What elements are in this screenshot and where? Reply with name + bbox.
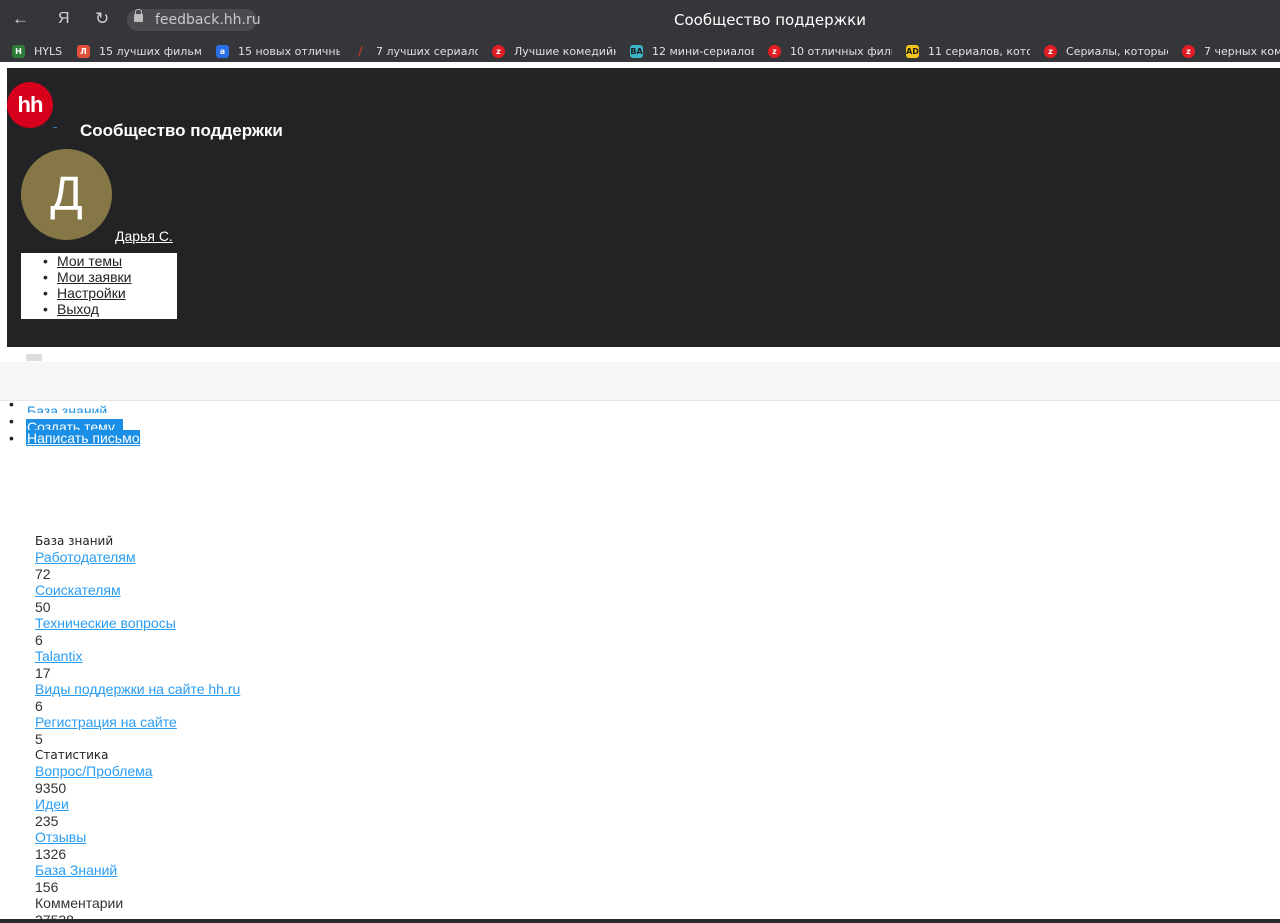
bookmark-label: 12 мини-сериалов [652, 44, 754, 58]
kb-category-link[interactable]: Работодателям [35, 549, 240, 566]
nav-list: База знаний Создать тему Написать письмо [0, 396, 141, 447]
knowledge-base-heading: База знаний [35, 534, 114, 548]
bookmark-item[interactable]: H HYLS [12, 43, 62, 59]
comments-label: Комментарии [35, 895, 124, 911]
kb-category-count: 5 [35, 731, 43, 747]
user-menu-item: Мои темы [21, 253, 177, 269]
nav-create-topic-link[interactable]: Создать тему [26, 419, 123, 430]
my-topics-link[interactable]: Мои темы [57, 253, 122, 269]
bookmark-label: 7 черных ком [1204, 44, 1280, 58]
kb-category-link[interactable]: Регистрация на сайте [35, 714, 240, 731]
stats-count: 235 [35, 813, 59, 829]
bookmark-label: 7 лучших сериало [376, 44, 478, 58]
stats-category-link[interactable]: База Знаний [35, 862, 240, 879]
bookmark-label: HYLS [34, 44, 63, 58]
bookmark-item[interactable]: z 10 отличных филь [768, 43, 892, 59]
user-menu-item: Настройки [21, 285, 177, 301]
logout-link[interactable]: Выход [57, 301, 99, 317]
bookmark-label: Сериалы, которые [1066, 44, 1168, 58]
nav-item: Создать тему [0, 413, 140, 430]
bookmark-item[interactable]: BA 12 мини-сериалов [630, 43, 754, 59]
stats-count: 9350 [35, 780, 67, 796]
page-header: hh Сообщество поддержки Д Дарья С. Мои т… [7, 68, 1280, 347]
bookmark-item[interactable]: a 15 новых отличны [216, 43, 340, 59]
l-icon: Л [77, 44, 90, 58]
hh-logo[interactable]: hh [7, 82, 53, 128]
nav-write-letter-link[interactable]: Написать письмо [26, 430, 141, 446]
bookmark-label: 15 лучших фильмо [99, 44, 201, 58]
bookmark-item[interactable]: z 7 черных ком [1182, 43, 1280, 59]
kb-category-count: 6 [35, 632, 43, 648]
nav-item: База знаний [0, 396, 140, 413]
site-title[interactable]: Сообщество поддержки [80, 121, 283, 141]
stats-heading: Статистика [35, 748, 109, 762]
taskbar-edge [0, 919, 1280, 923]
kb-category-link[interactable]: Talantix [35, 648, 240, 665]
browser-toolbar: ← Я ↻ feedback.hh.ru Сообщество поддержк… [0, 0, 1280, 40]
sidebar-content: База знаний Работодателям 72 Соискателям… [35, 533, 240, 920]
bookmark-item[interactable]: z Сериалы, которые [1044, 43, 1168, 59]
stats-category-link[interactable]: Идеи [35, 796, 240, 813]
tiny-link-mark [53, 127, 57, 128]
slash-icon: / [358, 43, 363, 58]
kb-category-link[interactable]: Виды поддержки на сайте hh.ru [35, 681, 240, 698]
z-icon: z [492, 44, 505, 58]
bookmarks-bar: H HYLS Л 15 лучших фильмо a 15 новых отл… [0, 40, 1280, 62]
stats-count: 156 [35, 879, 59, 895]
bookmark-item[interactable]: z Лучшие комедийн [492, 43, 616, 59]
ba-icon: BA [630, 44, 643, 58]
bookmark-label: 10 отличных филь [790, 44, 892, 58]
bookmark-label: Лучшие комедийн [514, 44, 616, 58]
ad-icon: AD [906, 44, 919, 58]
nav-strip [0, 362, 1280, 401]
nav-knowledge-base-link[interactable]: База знаний [26, 403, 108, 413]
settings-link[interactable]: Настройки [57, 285, 126, 301]
window-title: Сообщество поддержки [673, 11, 866, 29]
user-name-link[interactable]: Дарья С. [115, 228, 173, 244]
a-icon: a [216, 44, 229, 58]
stats-category-link[interactable]: Отзывы [35, 829, 240, 846]
bookmark-item[interactable]: AD 11 сериалов, кото [906, 43, 1030, 59]
kb-category-link[interactable]: Технические вопросы [35, 615, 240, 632]
menu-toggle[interactable] [26, 354, 42, 361]
kb-category-count: 72 [35, 566, 51, 582]
hyls-icon: H [12, 44, 25, 58]
z-icon: z [1044, 44, 1057, 58]
user-menu-item: Мои заявки [21, 269, 177, 285]
user-menu: Мои темы Мои заявки Настройки Выход [21, 253, 177, 319]
z-icon: z [768, 44, 781, 58]
bookmark-item[interactable]: Л 15 лучших фильмо [77, 43, 201, 59]
avatar[interactable]: Д [21, 149, 112, 240]
bookmark-item[interactable]: / 7 лучших сериало [354, 43, 478, 59]
z-icon: z [1182, 44, 1195, 58]
stats-category-link[interactable]: Вопрос/Проблема [35, 763, 240, 780]
bookmark-label: 15 новых отличны [238, 44, 340, 58]
kb-category-link[interactable]: Соискателям [35, 582, 240, 599]
nav-item: Написать письмо [0, 430, 141, 447]
bookmark-label: 11 сериалов, кото [928, 44, 1030, 58]
stats-count: 1326 [35, 846, 67, 862]
kb-category-count: 50 [35, 599, 51, 615]
kb-category-count: 17 [35, 665, 51, 681]
my-requests-link[interactable]: Мои заявки [57, 269, 131, 285]
user-menu-item: Выход [21, 301, 177, 317]
kb-category-count: 6 [35, 698, 43, 714]
